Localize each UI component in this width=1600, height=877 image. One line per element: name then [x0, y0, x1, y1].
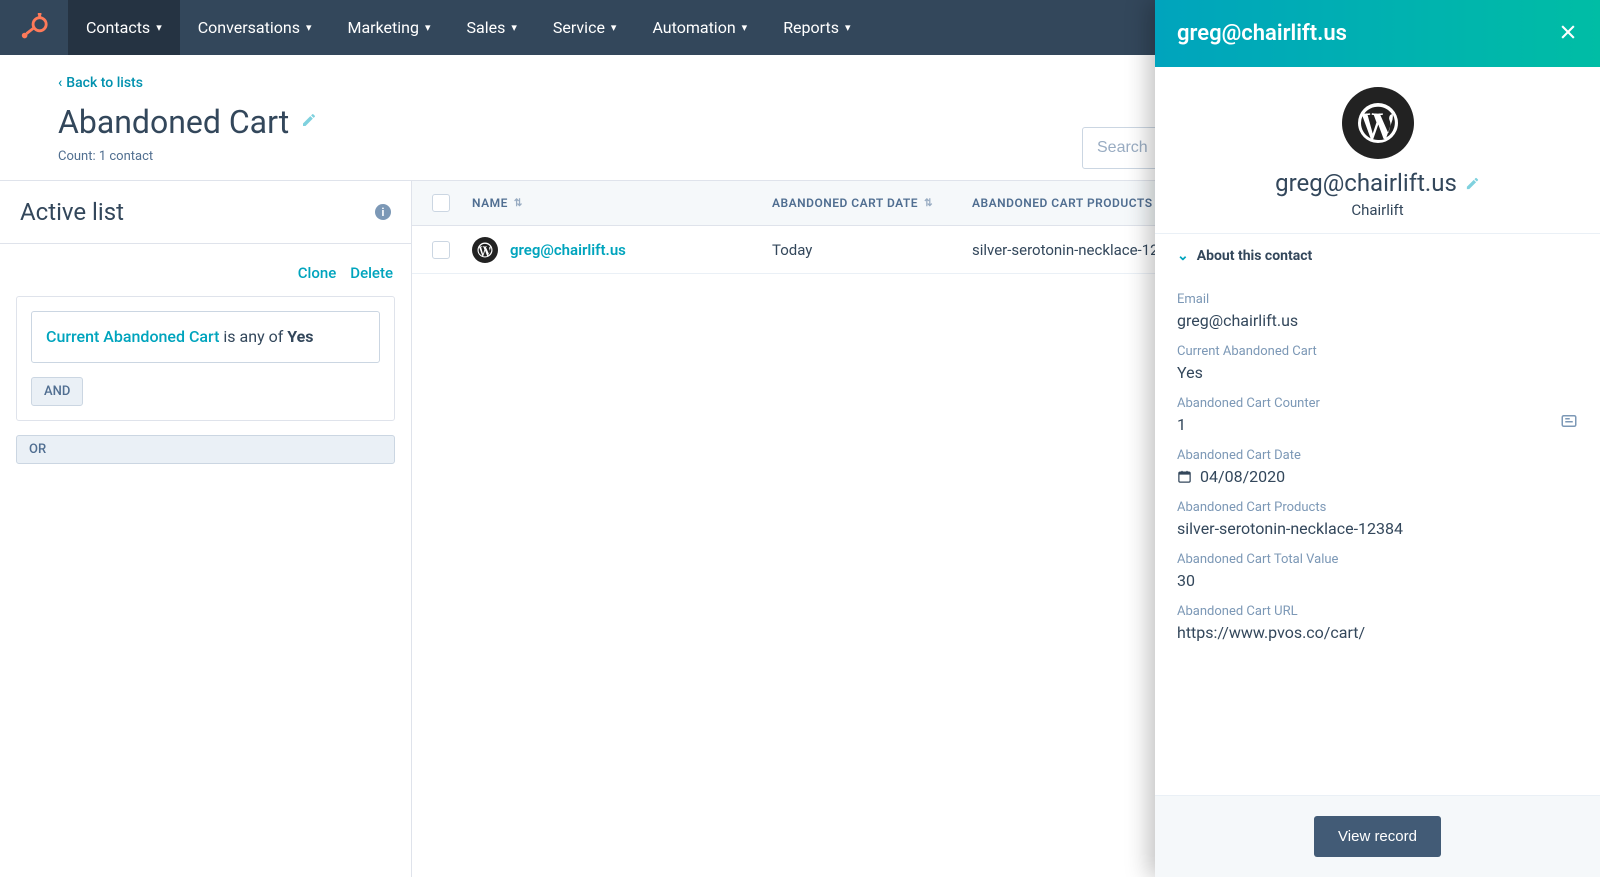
prop-abandoned-cart-date[interactable]: Abandoned Cart Date 04/08/2020 — [1177, 448, 1578, 486]
prop-value-text: 04/08/2020 — [1200, 467, 1285, 486]
nav-label: Automation — [652, 18, 735, 37]
edit-title-button[interactable] — [301, 112, 317, 132]
hubspot-icon — [19, 13, 49, 43]
about-section-label: About this contact — [1197, 248, 1313, 264]
row-date: Today — [772, 241, 972, 259]
sort-icon: ⇅ — [924, 198, 933, 209]
filters-panel: Active list i Clone Delete Current Aband… — [0, 181, 412, 877]
nav-sales[interactable]: Sales ▾ — [449, 0, 535, 55]
nav-label: Contacts — [86, 18, 150, 37]
chevron-down-icon: ▾ — [511, 21, 517, 34]
filter-chip[interactable]: Current Abandoned Cart is any of Yes — [31, 311, 380, 363]
nav-reports[interactable]: Reports ▾ — [765, 0, 868, 55]
prop-label: Abandoned Cart Date — [1177, 448, 1578, 463]
chevron-down-icon: ▾ — [845, 21, 851, 34]
chevron-down-icon: ▾ — [306, 21, 312, 34]
prop-current-abandoned-cart[interactable]: Current Abandoned Cart Yes — [1177, 344, 1578, 382]
contact-company: Chairlift — [1351, 201, 1403, 219]
details-icon[interactable] — [1560, 412, 1578, 434]
card-icon — [1560, 412, 1578, 430]
nav-label: Conversations — [198, 18, 300, 37]
chevron-left-icon: ‹ — [58, 75, 62, 91]
view-record-button[interactable]: View record — [1314, 816, 1441, 857]
nav-label: Reports — [783, 18, 839, 37]
nav-service[interactable]: Service ▾ — [535, 0, 635, 55]
filter-middle: is any of — [219, 327, 287, 346]
close-panel-button[interactable] — [1558, 20, 1578, 48]
nav-label: Marketing — [347, 18, 418, 37]
prop-label: Abandoned Cart Products — [1177, 500, 1578, 515]
edit-name-button[interactable] — [1465, 169, 1480, 197]
prop-value: greg@chairlift.us — [1177, 311, 1578, 330]
prop-abandoned-cart-products[interactable]: Abandoned Cart Products silver-serotonin… — [1177, 500, 1578, 538]
row-name-link[interactable]: greg@chairlift.us — [510, 241, 626, 259]
nav-automation[interactable]: Automation ▾ — [634, 0, 765, 55]
col-label: ABANDONED CART DATE — [772, 196, 918, 210]
back-link-label: Back to lists — [66, 75, 143, 91]
calendar-icon — [1177, 469, 1192, 484]
nav-contacts[interactable]: Contacts ▾ — [68, 0, 180, 55]
side-panel-header: greg@chairlift.us — [1155, 0, 1600, 67]
chevron-down-icon: ▾ — [156, 21, 162, 34]
prop-label: Abandoned Cart Counter — [1177, 396, 1578, 411]
and-button[interactable]: AND — [31, 377, 83, 406]
prop-label: Current Abandoned Cart — [1177, 344, 1578, 359]
chevron-down-icon: ▾ — [425, 21, 431, 34]
prop-label: Abandoned Cart Total Value — [1177, 552, 1578, 567]
avatar — [1342, 87, 1414, 159]
or-button[interactable]: OR — [16, 435, 395, 464]
row-checkbox[interactable] — [432, 241, 450, 259]
close-icon — [1558, 22, 1578, 42]
pencil-icon — [301, 112, 317, 128]
prop-value: 04/08/2020 — [1177, 467, 1578, 486]
hubspot-logo[interactable] — [0, 0, 68, 55]
chevron-down-icon: ▾ — [611, 21, 617, 34]
pencil-icon — [1465, 176, 1480, 191]
delete-button[interactable]: Delete — [350, 264, 393, 282]
sort-icon: ⇅ — [514, 198, 523, 209]
chevron-down-icon: ⌄ — [1177, 248, 1189, 264]
col-label: NAME — [472, 196, 508, 210]
prop-abandoned-cart-counter[interactable]: Abandoned Cart Counter 1 — [1177, 396, 1578, 434]
filters-title: Active list — [20, 198, 124, 226]
list-title: Abandoned Cart — [58, 103, 289, 141]
prop-label: Email — [1177, 292, 1578, 307]
nav-label: Sales — [467, 18, 506, 37]
prop-value: https://www.pvos.co/cart/ — [1177, 623, 1578, 642]
select-all-checkbox[interactable] — [432, 194, 450, 212]
col-header-name[interactable]: NAME ⇅ — [472, 196, 772, 210]
about-section-toggle[interactable]: ⌄ About this contact — [1155, 234, 1600, 278]
filter-group: Current Abandoned Cart is any of Yes AND — [16, 296, 395, 421]
nav-label: Service — [553, 18, 605, 37]
prop-value: Yes — [1177, 363, 1578, 382]
clone-button[interactable]: Clone — [298, 264, 337, 282]
prop-value: silver-serotonin-necklace-12384 — [1177, 519, 1578, 538]
prop-abandoned-cart-url[interactable]: Abandoned Cart URL https://www.pvos.co/c… — [1177, 604, 1578, 642]
info-icon[interactable]: i — [375, 204, 391, 220]
nav-conversations[interactable]: Conversations ▾ — [180, 0, 330, 55]
contact-name: greg@chairlift.us — [1275, 169, 1457, 197]
prop-value: 30 — [1177, 571, 1578, 590]
side-panel-title: greg@chairlift.us — [1177, 21, 1347, 46]
prop-value: 1 — [1177, 415, 1578, 434]
filter-property: Current Abandoned Cart — [46, 327, 219, 346]
wordpress-icon — [472, 237, 498, 263]
contact-profile: greg@chairlift.us Chairlift — [1155, 67, 1600, 234]
chevron-down-icon: ▾ — [742, 21, 748, 34]
filter-value: Yes — [287, 327, 313, 346]
contact-properties: Email greg@chairlift.us Current Abandone… — [1155, 278, 1600, 795]
prop-email[interactable]: Email greg@chairlift.us — [1177, 292, 1578, 330]
col-header-date[interactable]: ABANDONED CART DATE ⇅ — [772, 196, 972, 210]
wordpress-icon — [1354, 99, 1402, 147]
prop-abandoned-cart-total-value[interactable]: Abandoned Cart Total Value 30 — [1177, 552, 1578, 590]
nav-marketing[interactable]: Marketing ▾ — [329, 0, 448, 55]
side-panel-footer: View record — [1155, 795, 1600, 877]
prop-label: Abandoned Cart URL — [1177, 604, 1578, 619]
col-label: ABANDONED CART PRODUCTS — [972, 196, 1153, 210]
contact-side-panel: greg@chairlift.us greg@chairlift.us Chai… — [1155, 0, 1600, 877]
